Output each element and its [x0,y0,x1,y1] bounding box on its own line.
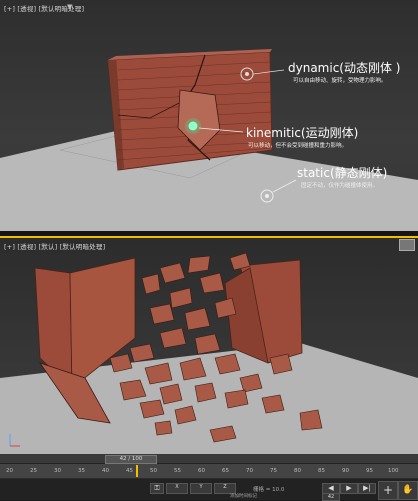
play-button[interactable]: ▶ [340,483,358,494]
next-frame-button[interactable]: ▶| [358,483,376,494]
current-frame-marker[interactable] [136,465,138,477]
tick-label: 40 [102,468,109,474]
x-field[interactable]: X [166,483,188,494]
tick-label: 65 [222,468,229,474]
tick-label: 60 [198,468,205,474]
pan-icon[interactable]: ✋ [398,481,418,500]
tick-label: 75 [270,468,277,474]
tick-label: 55 [174,468,181,474]
kinematic-desc: 可以移动，但不会受到碰撞和重力影响。 [248,143,348,149]
tick-label: 95 [366,468,373,474]
kinematic-marker [188,121,198,131]
timeline-ruler[interactable]: 20 25 30 35 40 45 50 55 60 65 70 75 80 8… [0,464,418,478]
add-icon[interactable]: + [378,481,398,500]
lock-icon[interactable]: ⚿ [150,483,164,494]
static-title: static(静态刚体) [297,166,388,180]
tick-label: 35 [78,468,85,474]
tick-label: 25 [30,468,37,474]
tick-label: 45 [126,468,133,474]
scene-top [0,49,418,231]
time-slider[interactable]: 42 / 100 [0,454,418,464]
tick-label: 100 [388,468,399,474]
tick-label: 90 [342,468,349,474]
add-time-tag[interactable]: 添加时间标记 [230,493,257,499]
tick-label: 85 [318,468,325,474]
kinematic-title: kinemitic(运动刚体) [246,126,359,140]
tick-label: 80 [294,468,301,474]
scene-bottom [0,252,418,456]
top-viewport[interactable]: [+] [透视] [默认明暗处理] ▼ dynamic(动态刚体) 可以自由移… [0,0,418,231]
tick-label: 30 [54,468,61,474]
time-slider-thumb[interactable]: 42 / 100 [105,455,157,464]
y-field[interactable]: Y [190,483,212,494]
tick-label: 70 [246,468,253,474]
dynamic-desc: 可以自由移动、旋转，受物理力影响。 [293,78,387,84]
dynamic-title: dynamic(动态刚体 ) [288,61,401,75]
bottom-viewport[interactable]: [+] [透视] [默认] [默认明暗处理] [0,236,418,456]
status-bar: ⚿ X Y Z 栅格 = 10.0 添加时间标记 ◀ ▶ ▶| 42 + ✋ [0,479,418,501]
grid-readout: 栅格 = 10.0 [253,487,285,493]
tick-label: 20 [6,468,13,474]
tick-label: 50 [150,468,157,474]
timeline-panel: 42 / 100 20 25 30 35 40 45 50 55 60 65 7… [0,454,418,501]
static-desc: 固定不动，仅作为碰撞体使用。 [301,183,379,189]
